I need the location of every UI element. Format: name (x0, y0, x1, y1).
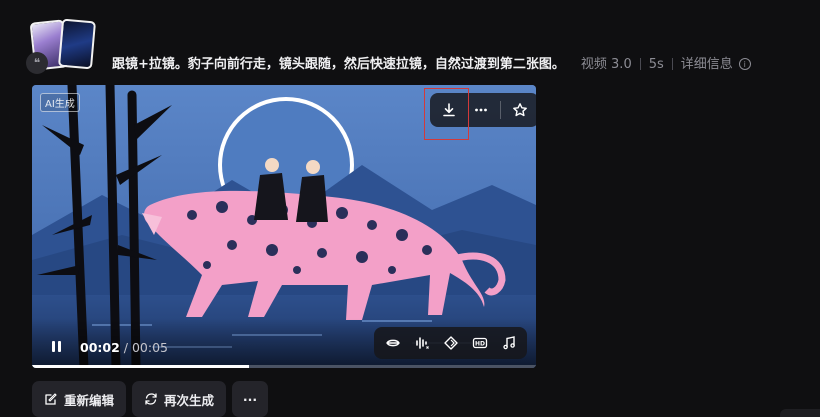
more-actions-button[interactable]: ··· (232, 381, 269, 417)
effect-button[interactable] (436, 330, 465, 356)
prompt-meta: 视频 3.0 5s 详细信息 i (581, 53, 751, 72)
regenerate-button[interactable]: 再次生成 (132, 381, 227, 417)
progress-fill (32, 365, 249, 368)
audio-wave-icon (415, 337, 429, 349)
details-link[interactable]: 详细信息 (681, 57, 733, 72)
audio-button[interactable] (407, 330, 436, 356)
meta-divider (671, 58, 673, 70)
pause-icon-bar (51, 340, 55, 352)
more-options-button[interactable] (466, 96, 496, 124)
hd-upscale-button[interactable]: HD (465, 330, 494, 356)
star-icon (513, 103, 527, 117)
current-time: 00:02 (80, 340, 120, 355)
quote-icon: ❝ (26, 52, 48, 74)
video-bottom-toolbar: HD (374, 327, 527, 359)
music-button[interactable] (494, 330, 523, 356)
action-bar: 重新编辑 再次生成 ··· (32, 381, 269, 417)
favorite-button[interactable] (505, 96, 535, 124)
video-player[interactable]: AI生成 00:02 / 00:05 HD (32, 85, 536, 368)
download-icon (443, 103, 455, 117)
ai-generated-tag: AI生成 (40, 93, 80, 112)
hd-icon: HD (472, 337, 487, 349)
info-icon[interactable]: i (738, 58, 751, 70)
model-label: 视频 3.0 (580, 56, 632, 72)
toolbar-divider (500, 101, 501, 119)
corner-element (780, 409, 820, 417)
music-note-icon (502, 336, 515, 350)
prompt-text: 跟镜+拉镜。豹子向前行走，镜头跟随，然后快速拉镜，自然过渡到第二张图。 (112, 56, 565, 72)
refresh-icon (145, 393, 157, 405)
total-time: 00:05 (131, 340, 168, 355)
more-icon (475, 108, 487, 112)
reedit-button[interactable]: 重新编辑 (32, 381, 127, 417)
progress-bar[interactable] (32, 365, 536, 368)
edit-icon (45, 393, 57, 405)
download-button[interactable] (434, 96, 464, 124)
diamond-icon (443, 336, 458, 350)
regenerate-label: 再次生成 (164, 392, 215, 408)
pause-button[interactable] (48, 338, 64, 354)
reference-thumbnail-2[interactable] (57, 18, 97, 70)
prompt-row: 跟镜+拉镜。豹子向前行走，镜头跟随，然后快速拉镜，自然过渡到第二张图。 视频 3… (112, 52, 751, 72)
lip-sync-button[interactable] (378, 330, 407, 356)
time-separator: / (119, 340, 132, 355)
time-display: 00:02 / 00:05 (80, 340, 168, 355)
meta-divider (639, 58, 641, 70)
svg-text:HD: HD (474, 341, 484, 348)
pause-icon-bar (57, 340, 61, 352)
video-top-toolbar (430, 93, 536, 127)
lip-sync-icon (385, 339, 400, 347)
more-actions-icon: ··· (242, 391, 258, 407)
duration-label: 5s (648, 56, 664, 72)
reedit-label: 重新编辑 (64, 392, 115, 408)
